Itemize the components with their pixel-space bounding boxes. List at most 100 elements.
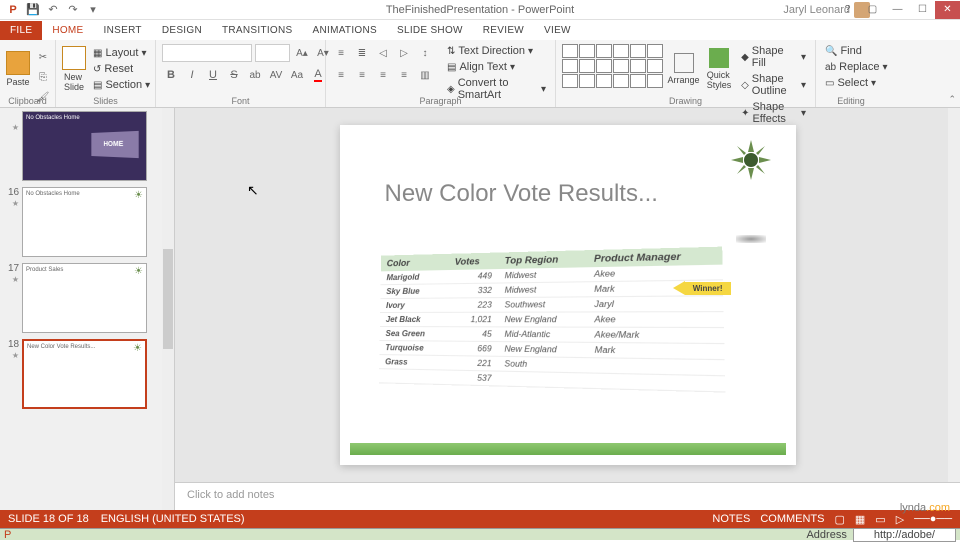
notes-pane[interactable]: Click to add notes (175, 482, 960, 510)
align-right-icon[interactable]: ≡ (374, 66, 392, 84)
tab-review[interactable]: REVIEW (473, 21, 534, 40)
group-editing: 🔍 Find ab Replace ▾ ▭ Select ▾ Editing (816, 40, 886, 107)
thumbnail-slide[interactable]: ★No Obstacles HomeHOME (0, 108, 174, 184)
quick-styles-button[interactable]: Quick Styles (704, 44, 734, 94)
arrow-icon (673, 281, 685, 295)
slide-counter: SLIDE 18 OF 18 (8, 513, 89, 525)
save-icon[interactable]: 💾 (26, 3, 40, 17)
line-spacing-icon[interactable]: ↕ (416, 44, 434, 62)
comments-toggle[interactable]: COMMENTS (760, 513, 824, 526)
underline-icon[interactable]: U (204, 66, 222, 84)
powerpoint-icon: P (6, 3, 20, 17)
thumbnail-slide[interactable]: 16★No Obstacles Home☀ (0, 184, 174, 260)
slide-title: New Color Vote Results... (385, 180, 658, 208)
address-label: Address (806, 529, 846, 541)
new-slide-button[interactable]: New Slide (62, 44, 86, 94)
tab-animations[interactable]: ANIMATIONS (303, 21, 387, 40)
strike-icon[interactable]: S (225, 66, 243, 84)
cut-icon[interactable]: ✂ (34, 48, 52, 66)
address-field[interactable]: http://adobe/ (853, 528, 956, 542)
columns-icon[interactable]: ▥ (416, 66, 434, 84)
slide-canvas[interactable]: New Color Vote Results... ColorVotesTop … (340, 125, 796, 465)
ribbon: Paste ✂ ⎘ 🖌 Clipboard New Slide ▦ Layout… (0, 40, 960, 108)
tab-transitions[interactable]: TRANSITIONS (212, 21, 303, 40)
view-sorter-icon[interactable]: ▦ (855, 513, 865, 526)
quick-styles-icon (709, 48, 729, 68)
align-center-icon[interactable]: ≡ (353, 66, 371, 84)
workspace: ★No Obstacles HomeHOME16★No Obstacles Ho… (0, 108, 960, 510)
align-left-icon[interactable]: ≡ (332, 66, 350, 84)
arrange-button[interactable]: Arrange (667, 44, 700, 94)
taskbar: P Address http://adobe/ (0, 528, 960, 540)
shadow-icon (736, 235, 766, 243)
replace-button[interactable]: ab Replace ▾ (822, 60, 891, 74)
close-button[interactable]: ✕ (935, 1, 960, 19)
redo-icon[interactable]: ↷ (66, 3, 80, 17)
paste-button[interactable]: Paste (6, 44, 30, 94)
indent-dec-icon[interactable]: ◁ (374, 44, 392, 62)
cursor-icon: ↖ (247, 182, 259, 199)
grow-font-icon[interactable]: A▴ (293, 44, 311, 62)
arrange-icon (674, 53, 694, 73)
tab-insert[interactable]: INSERT (94, 21, 152, 40)
footer-bar (350, 443, 786, 455)
italic-icon[interactable]: I (183, 66, 201, 84)
qat-more-icon[interactable]: ▾ (86, 3, 100, 17)
text-direction-button[interactable]: ⇅ Text Direction ▾ (444, 44, 549, 58)
align-text-button[interactable]: ▤ Align Text ▾ (444, 60, 549, 74)
shadow-icon[interactable]: ab (246, 66, 264, 84)
minimize-button[interactable]: — (885, 1, 910, 19)
results-table: ColorVotesTop RegionProduct ManagerMarig… (378, 247, 724, 393)
bold-icon[interactable]: B (162, 66, 180, 84)
shape-outline-button[interactable]: ◇ Shape Outline ▾ (738, 72, 809, 98)
language-label[interactable]: ENGLISH (UNITED STATES) (101, 513, 245, 525)
view-reading-icon[interactable]: ▭ (875, 513, 885, 526)
indent-inc-icon[interactable]: ▷ (395, 44, 413, 62)
document-title: TheFinishedPresentation - PowerPoint (386, 4, 574, 16)
spacing-icon[interactable]: AV (267, 66, 285, 84)
layout-button[interactable]: ▦ Layout ▾ (90, 46, 153, 60)
powerpoint-taskbar-icon[interactable]: P (4, 529, 11, 541)
copy-icon[interactable]: ⎘ (34, 68, 52, 86)
slide-thumbnails: ★No Obstacles HomeHOME16★No Obstacles Ho… (0, 108, 175, 510)
undo-icon[interactable]: ↶ (46, 3, 60, 17)
tab-home[interactable]: HOME (42, 21, 93, 40)
find-button[interactable]: 🔍 Find (822, 44, 865, 58)
thumb-scrollbar[interactable] (162, 108, 174, 510)
font-color-icon[interactable]: A (309, 66, 327, 84)
maximize-button[interactable]: ☐ (910, 1, 935, 19)
shapes-gallery[interactable] (562, 44, 663, 88)
group-drawing: Arrange Quick Styles ◆ Shape Fill ▾ ◇ Sh… (556, 40, 816, 107)
paste-icon (6, 51, 30, 75)
view-normal-icon[interactable]: ▢ (834, 513, 844, 526)
quick-access-toolbar: P 💾 ↶ ↷ ▾ (0, 3, 100, 17)
collapse-ribbon-icon[interactable]: ⌃ (948, 94, 956, 105)
statusbar: SLIDE 18 OF 18 ENGLISH (UNITED STATES) N… (0, 510, 960, 528)
section-button[interactable]: ▤ Section ▾ (90, 78, 153, 92)
titlebar: P 💾 ↶ ↷ ▾ TheFinishedPresentation - Powe… (0, 0, 960, 20)
group-slides: New Slide ▦ Layout ▾ ↺ Reset ▤ Section ▾… (56, 40, 156, 107)
ribbon-options-button[interactable]: ▢ (860, 1, 885, 19)
tab-view[interactable]: VIEW (534, 21, 581, 40)
numbering-icon[interactable]: ≣ (353, 44, 371, 62)
select-button[interactable]: ▭ Select ▾ (822, 76, 879, 90)
slide-scrollbar[interactable] (948, 108, 960, 482)
case-icon[interactable]: Aa (288, 66, 306, 84)
justify-icon[interactable]: ≡ (395, 66, 413, 84)
slide-area: New Color Vote Results... ColorVotesTop … (175, 108, 960, 510)
thumbnail-slide[interactable]: 17★Product Sales☀ (0, 260, 174, 336)
winner-callout: Winner! (673, 281, 731, 295)
watermark: lynda.com (900, 486, 950, 518)
group-font: A▴ A▾ B I U S ab AV Aa A Font (156, 40, 326, 107)
help-button[interactable]: ? (835, 1, 860, 19)
tab-slideshow[interactable]: SLIDE SHOW (387, 21, 473, 40)
notes-toggle[interactable]: NOTES (712, 513, 750, 526)
bullets-icon[interactable]: ≡ (332, 44, 350, 62)
shape-fill-button[interactable]: ◆ Shape Fill ▾ (738, 44, 809, 70)
font-family-select[interactable] (162, 44, 252, 62)
font-size-select[interactable] (255, 44, 290, 62)
tab-design[interactable]: DESIGN (152, 21, 212, 40)
thumbnail-slide[interactable]: 18★New Color Vote Results...☀ (0, 336, 174, 412)
reset-button[interactable]: ↺ Reset (90, 62, 153, 76)
tab-file[interactable]: FILE (0, 21, 42, 40)
